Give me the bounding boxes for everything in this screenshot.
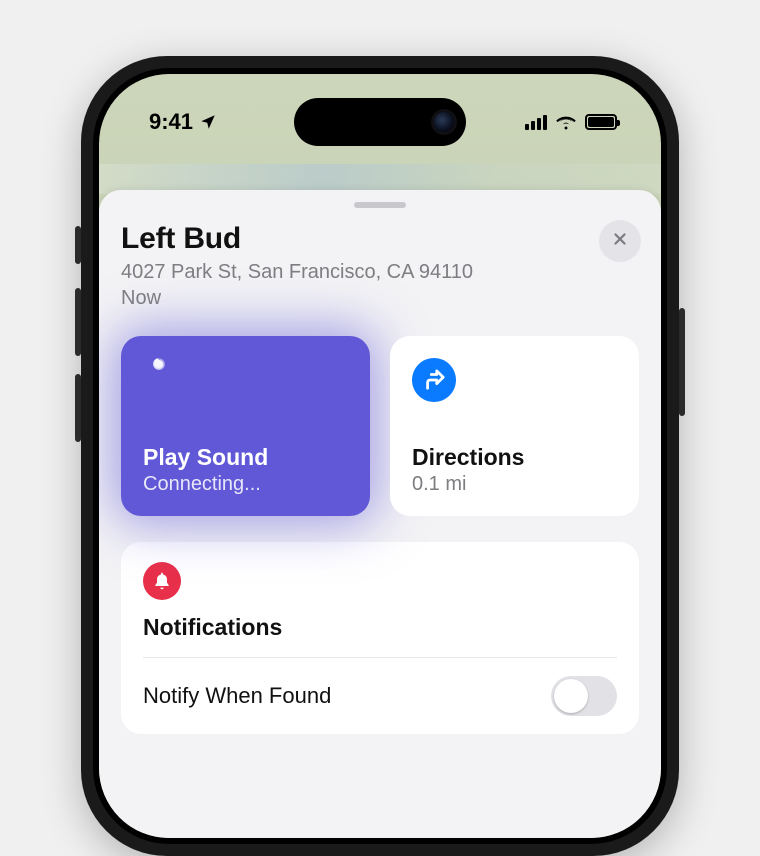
volume-up-button [75,288,81,356]
volume-down-button [75,374,81,442]
cellular-signal-icon [525,114,547,130]
power-button [679,308,685,416]
phone-frame: 9:41 Left Bud 4027 [81,56,679,856]
close-button[interactable] [599,220,641,262]
directions-distance: 0.1 mi [412,473,617,496]
notify-when-found-label: Notify When Found [143,683,331,709]
play-sound-title: Play Sound [143,444,348,471]
bell-icon [143,562,181,600]
screen: 9:41 Left Bud 4027 [99,74,661,838]
spinner-icon [143,358,175,390]
front-camera [434,112,454,132]
device-title: Left Bud [121,222,583,256]
directions-title: Directions [412,444,617,471]
notify-when-found-row[interactable]: Notify When Found [143,657,617,734]
notifications-section: Notifications Notify When Found [121,542,639,734]
sheet-grabber[interactable] [354,202,406,208]
silent-switch [75,226,81,264]
close-icon [611,230,629,253]
battery-icon [585,114,617,130]
directions-card[interactable]: Directions 0.1 mi [390,336,639,516]
detail-sheet: Left Bud 4027 Park St, San Francisco, CA… [99,190,661,838]
device-address: 4027 Park St, San Francisco, CA 94110 [121,260,583,285]
wifi-icon [555,114,577,130]
device-timestamp: Now [121,287,583,310]
status-time: 9:41 [149,109,193,135]
play-sound-status: Connecting... [143,473,348,496]
play-sound-card[interactable]: Play Sound Connecting... [121,336,370,516]
dynamic-island [294,98,466,146]
notify-when-found-toggle[interactable] [551,676,617,716]
location-services-icon [199,113,217,131]
directions-icon [412,358,456,402]
notifications-title: Notifications [143,614,617,641]
